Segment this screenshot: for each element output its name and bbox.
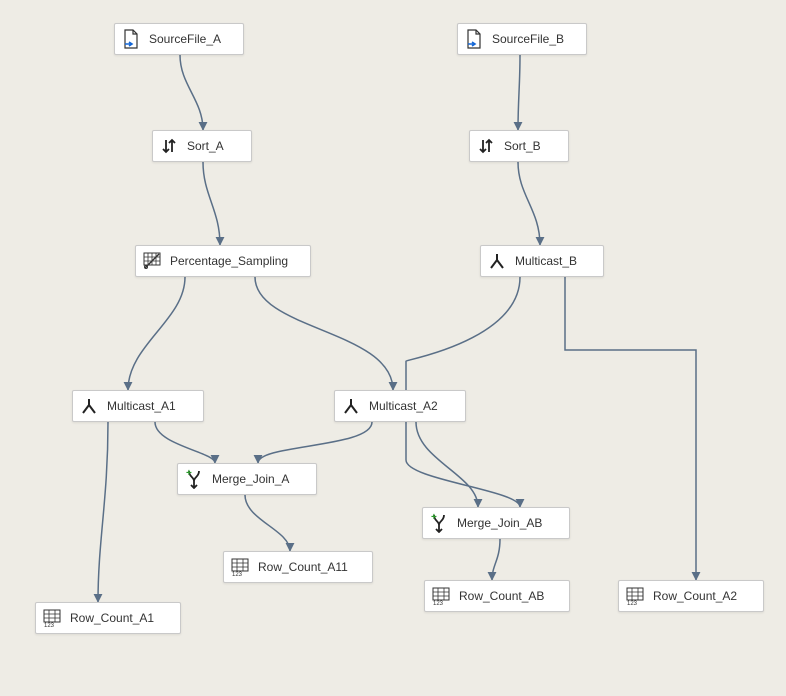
node-label: Row_Count_A11 xyxy=(258,560,348,574)
svg-text:123: 123 xyxy=(232,572,243,576)
svg-text:123: 123 xyxy=(627,601,638,605)
node-label: Multicast_A2 xyxy=(369,399,438,413)
node-label: Sort_A xyxy=(187,139,224,153)
node-row-count-a1[interactable]: 123 Row_Count_A1 xyxy=(35,602,181,634)
sort-icon xyxy=(476,136,496,156)
dataflow-canvas[interactable]: SourceFile_A SourceFile_B Sort_A Sort_B … xyxy=(0,0,786,696)
node-merge-join-a[interactable]: + Merge_Join_A xyxy=(177,463,317,495)
node-label: Multicast_A1 xyxy=(107,399,176,413)
node-label: Merge_Join_AB xyxy=(457,516,542,530)
svg-text:+: + xyxy=(186,469,192,479)
sampling-icon xyxy=(142,251,162,271)
node-label: Merge_Join_A xyxy=(212,472,289,486)
row-count-icon: 123 xyxy=(42,608,62,628)
multicast-icon xyxy=(341,396,361,416)
sort-icon xyxy=(159,136,179,156)
node-multicast-b[interactable]: Multicast_B xyxy=(480,245,604,277)
node-sourcefile-a[interactable]: SourceFile_A xyxy=(114,23,244,55)
source-file-icon xyxy=(464,29,484,49)
node-row-count-ab[interactable]: 123 Row_Count_AB xyxy=(424,580,570,612)
node-label: Multicast_B xyxy=(515,254,577,268)
svg-text:123: 123 xyxy=(44,623,55,627)
row-count-icon: 123 xyxy=(431,586,451,606)
multicast-icon xyxy=(487,251,507,271)
node-label: SourceFile_B xyxy=(492,32,564,46)
row-count-icon: 123 xyxy=(625,586,645,606)
node-label: Row_Count_A1 xyxy=(70,611,154,625)
multicast-icon xyxy=(79,396,99,416)
node-row-count-a11[interactable]: 123 Row_Count_A11 xyxy=(223,551,373,583)
node-multicast-a2[interactable]: Multicast_A2 xyxy=(334,390,466,422)
node-merge-join-ab[interactable]: + Merge_Join_AB xyxy=(422,507,570,539)
node-label: SourceFile_A xyxy=(149,32,221,46)
node-label: Sort_B xyxy=(504,139,541,153)
node-multicast-a1[interactable]: Multicast_A1 xyxy=(72,390,204,422)
node-row-count-a2[interactable]: 123 Row_Count_A2 xyxy=(618,580,764,612)
svg-text:123: 123 xyxy=(433,601,444,605)
node-label: Row_Count_AB xyxy=(459,589,544,603)
node-percentage-sampling[interactable]: Percentage_Sampling xyxy=(135,245,311,277)
node-sort-b[interactable]: Sort_B xyxy=(469,130,569,162)
merge-join-icon: + xyxy=(429,513,449,533)
source-file-icon xyxy=(121,29,141,49)
node-label: Row_Count_A2 xyxy=(653,589,737,603)
merge-join-icon: + xyxy=(184,469,204,489)
row-count-icon: 123 xyxy=(230,557,250,577)
node-sort-a[interactable]: Sort_A xyxy=(152,130,252,162)
node-label: Percentage_Sampling xyxy=(170,254,288,268)
node-sourcefile-b[interactable]: SourceFile_B xyxy=(457,23,587,55)
svg-text:+: + xyxy=(431,513,437,523)
